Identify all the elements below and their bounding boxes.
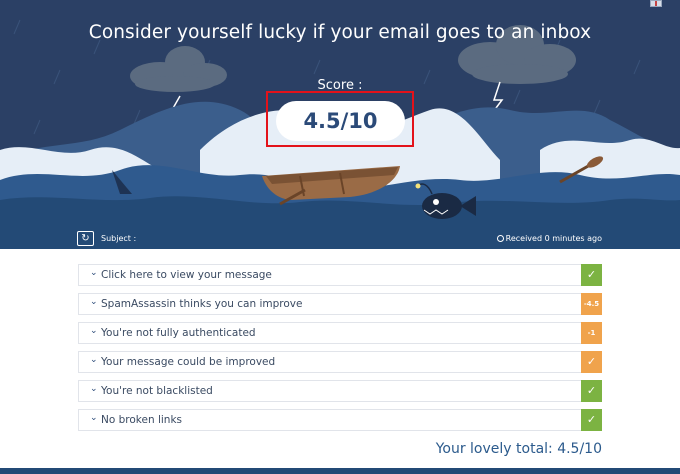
received-text: Received 0 minutes ago (505, 234, 602, 243)
page-headline: Consider yourself lucky if your email go… (88, 22, 592, 43)
total-score: Your lovely total: 4.5/10 (435, 441, 602, 457)
check-spamassassin[interactable]: ⌄ SpamAssassin thinks you can improve -4… (78, 293, 602, 315)
chevron-down-icon: ⌄ (90, 268, 98, 278)
hero-banner: Consider yourself lucky if your email go… (0, 0, 680, 228)
chevron-down-icon: ⌄ (90, 355, 98, 365)
check-label: You're not fully authenticated (101, 327, 256, 339)
check-badge: -1 (581, 322, 602, 344)
subject-label: Subject : (101, 234, 137, 243)
check-label: You're not blacklisted (101, 385, 213, 397)
refresh-icon[interactable]: ↻ (77, 231, 94, 246)
score-highlight-frame (266, 91, 414, 147)
chevron-down-icon: ⌄ (90, 326, 98, 336)
check-broken-links[interactable]: ⌄ No broken links ✓ (78, 409, 602, 431)
check-badge: ✓ (581, 380, 602, 402)
check-blacklist[interactable]: ⌄ You're not blacklisted ✓ (78, 380, 602, 402)
chevron-down-icon: ⌄ (90, 413, 98, 423)
check-message-improved[interactable]: ⌄ Your message could be improved ✓ (78, 351, 602, 373)
check-badge: ✓ (581, 409, 602, 431)
chevron-down-icon: ⌄ (90, 297, 98, 307)
received-time: Received 0 minutes ago (496, 234, 602, 243)
check-list: ⌄ Click here to view your message ✓ ⌄ Sp… (78, 264, 602, 438)
clock-icon (496, 235, 504, 242)
uk-flag-icon[interactable] (650, 0, 662, 7)
chevron-down-icon: ⌄ (90, 384, 98, 394)
check-label: SpamAssassin thinks you can improve (101, 298, 303, 310)
check-label: No broken links (101, 414, 182, 426)
check-badge: ✓ (581, 351, 602, 373)
check-badge: ✓ (581, 264, 602, 286)
check-authentication[interactable]: ⌄ You're not fully authenticated -1 (78, 322, 602, 344)
check-badge: -4.5 (581, 293, 602, 315)
subject-bar: ↻ Subject : Received 0 minutes ago (0, 228, 680, 249)
check-label: Your message could be improved (101, 356, 276, 368)
check-label: Click here to view your message (101, 269, 272, 281)
check-view-message[interactable]: ⌄ Click here to view your message ✓ (78, 264, 602, 286)
footer-strip (0, 468, 680, 474)
